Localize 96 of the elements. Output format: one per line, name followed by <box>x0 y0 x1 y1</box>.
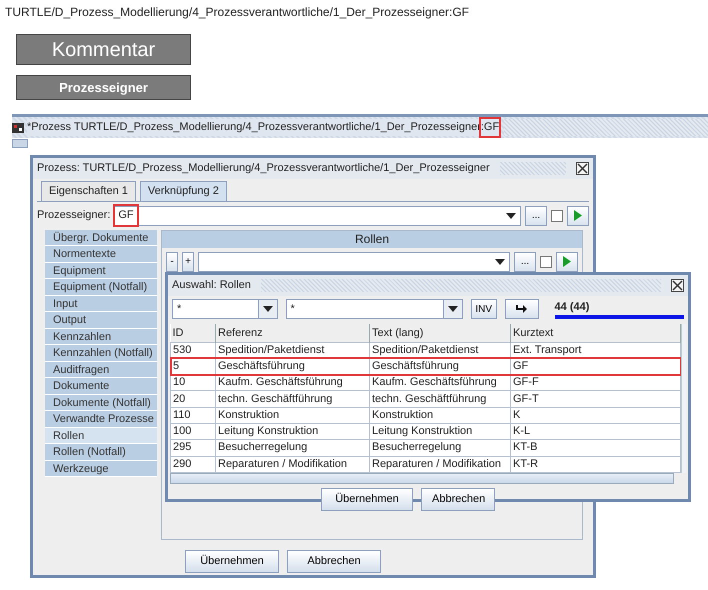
arrow-icon <box>516 304 528 314</box>
table-cell: techn. Geschäftführung <box>370 390 510 408</box>
category-item[interactable]: Verwandte Prozesse <box>45 411 157 428</box>
column-header[interactable]: Text (lang) <box>370 324 510 342</box>
cancel-button[interactable]: Abbrechen <box>287 550 381 572</box>
result-count: 44 (44) <box>554 300 590 315</box>
breadcrumb-path: TURTLE/D_Prozess_Modellierung/4_Prozessverantwortliche/1_Der_Prozesseigner:GF <box>5 4 469 21</box>
play-button[interactable] <box>567 206 589 226</box>
table-cell: Leitung Konstruktion <box>216 423 370 440</box>
invert-button[interactable]: INV <box>470 299 497 319</box>
tab[interactable]: Eigenschaften 1 <box>41 181 136 200</box>
category-item[interactable]: Rollen (Notfall) <box>45 444 157 460</box>
table-cell: 5 <box>170 358 216 375</box>
category-item[interactable]: Dokumente <box>45 378 157 394</box>
arrow-button[interactable] <box>504 299 539 319</box>
category-item[interactable]: Output <box>45 312 157 328</box>
table-cell: GF-F <box>510 374 680 391</box>
remove-button[interactable]: - <box>166 252 178 272</box>
category-item[interactable]: Auditfragen <box>45 362 157 378</box>
play-icon <box>563 256 571 267</box>
table-cell: K <box>510 407 680 424</box>
column-header[interactable]: Kurztext <box>510 324 680 342</box>
more-button[interactable]: ... <box>514 252 536 272</box>
horizontal-scrollbar[interactable] <box>170 472 674 484</box>
play-icon <box>574 210 582 221</box>
dropdown-caret-icon[interactable] <box>258 300 277 318</box>
category-item[interactable]: Equipment (Notfall) <box>45 279 157 296</box>
table-cell: Besucherregelung <box>370 440 510 456</box>
category-item[interactable]: Kennzahlen (Notfall) <box>45 345 157 362</box>
filter-combobox[interactable]: * <box>286 299 463 319</box>
tab[interactable]: Verknüpfung 2 <box>140 181 227 200</box>
table-cell: KT-B <box>510 440 680 456</box>
column-header[interactable]: Referenz <box>216 324 370 342</box>
category-item[interactable]: Dokumente (Notfall) <box>45 394 157 411</box>
category-item[interactable]: Normentexte <box>45 246 157 262</box>
combobox-value: * <box>290 302 295 317</box>
field-label: Prozesseigner: <box>37 208 110 224</box>
table-cell: 530 <box>170 342 216 358</box>
dialog-title: Auswahl: Rollen <box>172 278 251 294</box>
combobox-value: * <box>176 302 182 317</box>
table-cell: techn. Geschäftführung <box>216 390 370 408</box>
owner-field[interactable]: GF <box>114 206 521 226</box>
category-item[interactable]: Input <box>45 296 157 312</box>
category-item[interactable]: Übergr. Dokumente <box>45 230 157 246</box>
column-header[interactable]: ID <box>170 324 216 342</box>
checkbox[interactable] <box>551 210 563 222</box>
category-item[interactable]: Rollen <box>45 428 157 444</box>
table-cell: Ext. Transport <box>510 342 680 358</box>
apply-button[interactable]: Übernehmen <box>185 550 279 572</box>
vertical-scrollbar[interactable] <box>681 324 686 473</box>
dropdown-caret-icon[interactable] <box>442 300 462 318</box>
comment-button[interactable]: Kommentar <box>16 34 191 65</box>
add-button[interactable]: + <box>182 252 194 272</box>
category-item[interactable]: Kennzahlen <box>45 328 157 345</box>
table-cell: 290 <box>170 456 216 472</box>
table-cell: GF-T <box>510 390 680 408</box>
table-cell: Besucherregelung <box>216 440 370 456</box>
category-item[interactable]: Equipment <box>45 262 157 279</box>
owner-button[interactable]: Prozesseigner <box>16 75 191 100</box>
table-cell: Reparaturen / Modifikation <box>370 456 510 472</box>
dropdown-caret-icon[interactable] <box>495 258 505 264</box>
close-button[interactable] <box>671 279 684 292</box>
table-cell: Konstruktion <box>370 407 510 424</box>
table-cell: 20 <box>170 390 216 408</box>
title-bar-texture <box>500 162 566 175</box>
table-cell: Konstruktion <box>216 407 370 424</box>
window-icon <box>12 122 24 134</box>
category-item[interactable]: Werkzeuge <box>45 460 157 477</box>
more-button[interactable]: ... <box>525 206 547 226</box>
play-button[interactable] <box>556 252 578 272</box>
checkbox[interactable] <box>540 256 552 268</box>
dropdown-caret-icon[interactable] <box>506 212 516 218</box>
table-cell: Kaufm. Geschäftsführung <box>216 374 370 391</box>
table-cell: KT-R <box>510 456 680 472</box>
window-title: *Prozess TURTLE/D_Prozess_Modellierung/4_Prozessverantwortliche/1_Der_Prozesseigner <box>27 120 481 136</box>
field-value: GF <box>115 206 137 225</box>
filter-combobox[interactable]: * <box>172 299 278 319</box>
table-cell: Reparaturen / Modifikation <box>216 456 370 472</box>
table-cell: Kaufm. Geschäftsführung <box>370 374 510 391</box>
table-cell: 100 <box>170 423 216 440</box>
table-cell: 10 <box>170 374 216 391</box>
table-cell: Spedition/Paketdienst <box>370 342 510 358</box>
dialog-title: Prozess: TURTLE/D_Prozess_Modellierung/4_Prozessverantwortliche/1_Der_Prozesseigner <box>37 161 490 176</box>
table-cell: Geschäftsführung <box>370 358 510 375</box>
table-cell: 110 <box>170 407 216 424</box>
apply-button[interactable]: Übernehmen <box>321 488 413 511</box>
table-cell: K-L <box>510 423 680 440</box>
role-field[interactable] <box>198 252 510 272</box>
table-cell: 295 <box>170 440 216 456</box>
table-cell: Geschäftsführung <box>216 358 370 375</box>
title-suffix: :GF <box>480 119 500 136</box>
close-button[interactable] <box>576 162 589 175</box>
column-header: Rollen <box>162 230 582 248</box>
cancel-button[interactable]: Abbrechen <box>421 488 495 511</box>
table-cell: Spedition/Paketdienst <box>216 342 370 358</box>
table-cell: Leitung Konstruktion <box>370 423 510 440</box>
